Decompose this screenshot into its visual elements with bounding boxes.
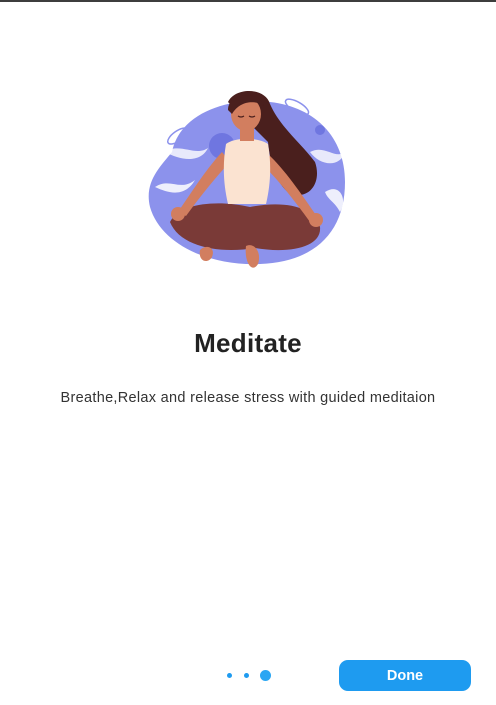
page-dot-1[interactable] [227, 673, 232, 678]
onboarding-subtitle: Breathe,Relax and release stress with gu… [60, 390, 436, 406]
onboarding-screen: Meditate Breathe,Relax and release stres… [0, 0, 496, 705]
page-dot-3-active[interactable] [260, 670, 271, 681]
onboarding-title: Meditate [194, 328, 302, 358]
done-button[interactable]: Done [339, 660, 471, 691]
woman-meditating-illustration [148, 90, 345, 268]
page-indicator [224, 668, 276, 684]
page-dot-2[interactable] [244, 673, 249, 678]
